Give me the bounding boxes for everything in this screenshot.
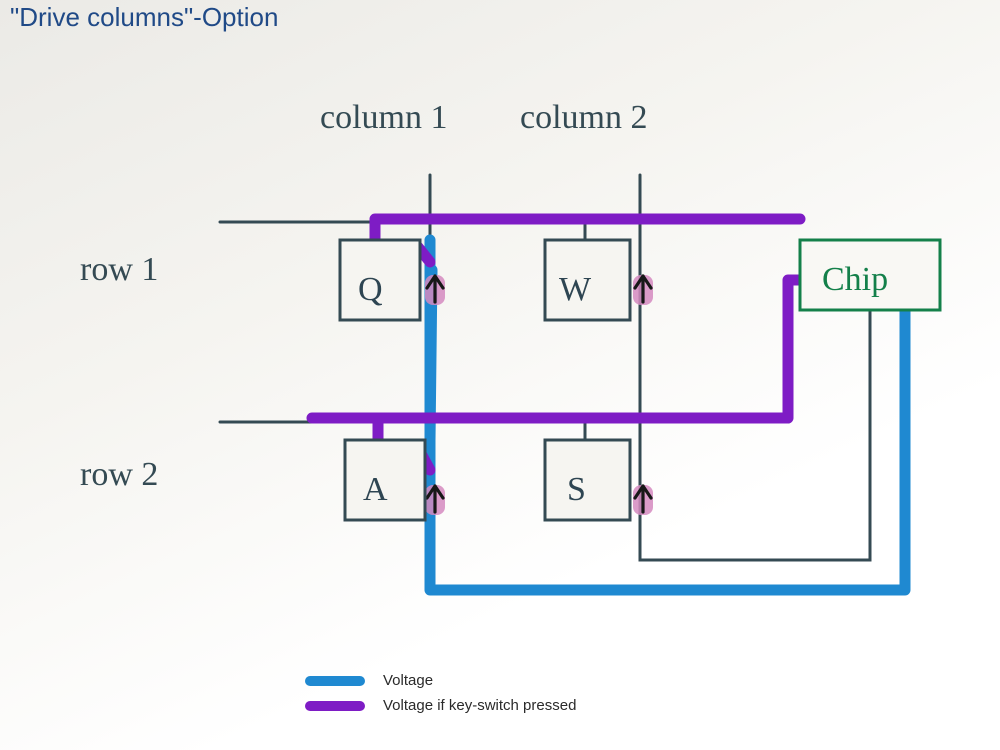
key-w: W xyxy=(545,240,630,320)
label-row2: row 2 xyxy=(80,456,158,493)
swatch-voltage xyxy=(305,676,365,686)
legend-pressed: Voltage if key-switch pressed xyxy=(305,697,576,714)
svg-text:W: W xyxy=(559,271,592,308)
diode-a xyxy=(425,485,445,515)
svg-text:Chip: Chip xyxy=(822,261,888,298)
wire-col1-return xyxy=(430,310,905,590)
swatch-pressed xyxy=(305,701,365,711)
diode-w xyxy=(633,275,653,305)
svg-text:A: A xyxy=(363,471,388,508)
label-column2: column 2 xyxy=(520,99,647,136)
diagram: Q W A S Chip column 1 column 2 row 1 row… xyxy=(0,0,1000,750)
label-row1: row 1 xyxy=(80,251,158,288)
key-a: A xyxy=(345,440,425,520)
wire-column2 xyxy=(640,175,870,560)
wire-row2 xyxy=(220,310,788,422)
legend: Voltage Voltage if key-switch pressed xyxy=(305,664,576,722)
key-q: Q xyxy=(340,240,420,320)
legend-voltage-label: Voltage xyxy=(383,672,433,689)
key-s: S xyxy=(545,440,630,520)
diagram-title: "Drive columns"-Option xyxy=(10,2,278,33)
diode-q xyxy=(425,275,445,305)
legend-voltage: Voltage xyxy=(305,672,576,689)
chip: Chip xyxy=(800,240,940,310)
svg-text:S: S xyxy=(567,471,586,508)
legend-pressed-label: Voltage if key-switch pressed xyxy=(383,697,576,714)
svg-text:Q: Q xyxy=(358,271,383,308)
diode-s xyxy=(633,485,653,515)
label-column1: column 1 xyxy=(320,99,447,136)
